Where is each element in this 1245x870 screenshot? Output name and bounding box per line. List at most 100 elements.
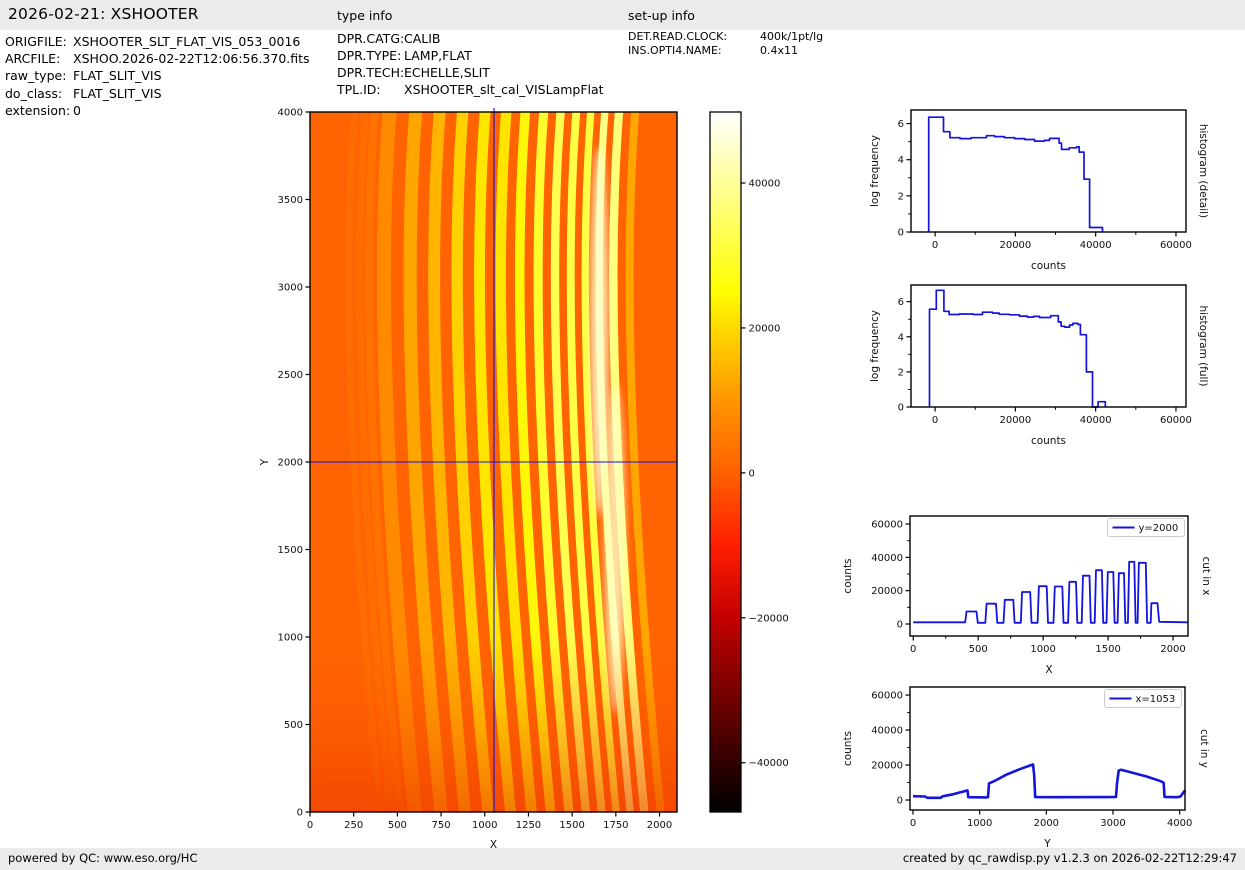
field-value: XSHOOTER_SLT_FLAT_VIS_053_0016 — [73, 34, 301, 49]
file-info-row: do_class: FLAT_SLIT_VIS — [5, 85, 310, 102]
tick-label: 500 — [969, 644, 988, 655]
tick-label: 0 — [897, 620, 903, 631]
tick-label: 0 — [932, 415, 938, 426]
page-title: 2026-02-21: XSHOOTER — [8, 5, 199, 23]
cut_x-series — [913, 560, 1188, 624]
field-value: 400k/1pt/lg — [760, 30, 824, 43]
tick-label: 4 — [898, 155, 904, 166]
y-axis-label: log frequency — [869, 310, 881, 382]
tick-label: 2 — [898, 191, 904, 202]
file-info-row: extension: 0 — [5, 102, 310, 119]
hist_full-series — [928, 289, 1107, 408]
tick-label: 20000 — [999, 415, 1031, 426]
tick-label: 2000 — [647, 820, 672, 831]
tick-label: 2000 — [1160, 644, 1185, 655]
type-info-row: DPR.TYPE: LAMP,FLAT — [337, 48, 604, 65]
field-label: TPL.ID: — [337, 81, 381, 97]
tick-label: 20000 — [871, 586, 903, 597]
right-axis-label: histogram (full) — [1197, 306, 1209, 387]
tick-label: 1500 — [278, 545, 303, 556]
field-value: ECHELLE,SLIT — [404, 64, 490, 80]
right-axis-label: histogram (detail) — [1197, 124, 1209, 218]
cut_y-plot: 0 1000 2000 3000 40000200004000060000Ycounts… — [842, 686, 1210, 850]
tick-label: 40000 — [1080, 240, 1112, 251]
field-label: INS.OPTI4.NAME: — [628, 43, 722, 57]
tick-label: 1500 — [559, 820, 584, 831]
bright-crest — [590, 145, 609, 516]
tick-label: 750 — [432, 820, 451, 831]
tick-label: 0 — [932, 240, 938, 251]
tick-label: 6 — [898, 119, 904, 130]
tick-label: 40000 — [871, 553, 903, 564]
tick-label: 0 — [307, 820, 313, 831]
setup-info-row: INS.OPTI4.NAME: 0.4x11 — [628, 44, 823, 58]
colorbar-tick-label: 0 — [749, 468, 755, 479]
tick-label: 2000 — [1034, 818, 1059, 829]
footer-right: created by qc_rawdisp.py v1.2.3 on 2026-… — [902, 851, 1237, 865]
tick-label: 60000 — [871, 691, 903, 702]
y-axis-label: log frequency — [869, 135, 881, 207]
type-info-block: DPR.CATG:CALIB DPR.TYPE: LAMP,FLAT DPR.TE… — [337, 31, 604, 99]
tick-label: 1000 — [1030, 644, 1055, 655]
tick-label: 1500 — [1095, 644, 1120, 655]
colorbar-tick-label: 20000 — [749, 323, 781, 334]
x-axis-label: X — [1045, 664, 1052, 676]
field-label: ARCFILE: — [5, 51, 61, 67]
type-info-row: TPL.ID: XSHOOTER_slt_cal_VISLampFlat — [337, 82, 604, 99]
field-label: extension: — [5, 102, 71, 118]
tick-label: 60000 — [871, 520, 903, 531]
x-axis-label: counts — [1031, 435, 1066, 447]
tick-label: 6 — [898, 297, 904, 308]
tick-label: 2 — [898, 367, 904, 378]
type-info-row: DPR.TECH:ECHELLE,SLIT — [337, 65, 604, 82]
file-info-row: ARCFILE: XSHOO.2026-02-22T12:06:56.370.fi… — [5, 50, 310, 67]
field-value: LAMP,FLAT — [404, 47, 472, 63]
hist_full-plot: 0 20000 40000 60000 0 2 4 6 counts log frequency h… — [869, 284, 1209, 447]
tick-label: 3000 — [278, 283, 303, 294]
field-label: DPR.TECH: — [337, 64, 405, 80]
tick-label: 500 — [284, 720, 303, 731]
right-axis-label: cut in y — [1198, 729, 1210, 768]
tick-label: 20000 — [999, 240, 1031, 251]
field-value: 0 — [73, 102, 81, 118]
setup-info-title: set-up info — [628, 8, 695, 23]
tick-label: 1000 — [967, 818, 992, 829]
field-label: raw_type: — [5, 68, 67, 84]
tick-label: 1000 — [278, 633, 303, 644]
cut_x-plot: 0 500 1000 1500 20000200004000060000Xcounts c… — [842, 515, 1212, 676]
tick-label: 0 — [297, 808, 303, 819]
legend-label: y=2000 — [1139, 523, 1179, 534]
axes-frame — [910, 284, 1187, 408]
tick-label: 2500 — [278, 370, 303, 381]
tick-label: 3500 — [278, 195, 303, 206]
colorbar-tick-label: −20000 — [749, 613, 789, 624]
legend-label: x=1053 — [1136, 694, 1176, 705]
cut_y-series — [912, 763, 1187, 800]
file-info-row: ORIGFILE: XSHOOTER_SLT_FLAT_VIS_053_0016 — [5, 33, 310, 50]
field-label: DPR.CATG: — [337, 31, 405, 46]
field-value: XSHOOTER_slt_cal_VISLampFlat — [404, 81, 604, 97]
y-axis-label: counts — [842, 558, 854, 593]
tick-label: 1000 — [472, 820, 497, 831]
tick-label: 0 — [898, 403, 904, 414]
setup-info-block: DET.READ.CLOCK: 400k/1pt/lg INS.OPTI4.NAM… — [628, 30, 823, 57]
y-axis-label: Y — [259, 458, 271, 466]
field-label: DET.READ.CLOCK: — [628, 30, 728, 43]
qc-figure: 0 250 500 750 1000 1250 1500 1750 20000500100015… — [259, 108, 1212, 852]
y-axis-label: counts — [842, 731, 854, 766]
field-value: 0.4x11 — [760, 43, 799, 57]
field-label: do_class: — [5, 85, 63, 101]
tick-label: 1750 — [603, 820, 628, 831]
colorbar: 40000 20000 0 −20000 −40000 — [709, 111, 789, 813]
tick-label: 500 — [388, 820, 407, 831]
tick-label: 3000 — [1100, 818, 1125, 829]
field-label: ORIGFILE: — [5, 34, 67, 49]
colorbar-tick-label: −40000 — [749, 758, 789, 769]
field-value: FLAT_SLIT_VIS — [73, 68, 162, 84]
tick-label: 40000 — [871, 726, 903, 737]
file-info-row: raw_type: FLAT_SLIT_VIS — [5, 67, 310, 84]
field-value: FLAT_SLIT_VIS — [73, 85, 162, 101]
hist_detail-plot: 0 20000 40000 60000 0 2 4 6 counts log frequency h… — [869, 109, 1209, 272]
axes-frame — [910, 109, 1187, 233]
right-axis-label: cut in x — [1200, 556, 1212, 595]
